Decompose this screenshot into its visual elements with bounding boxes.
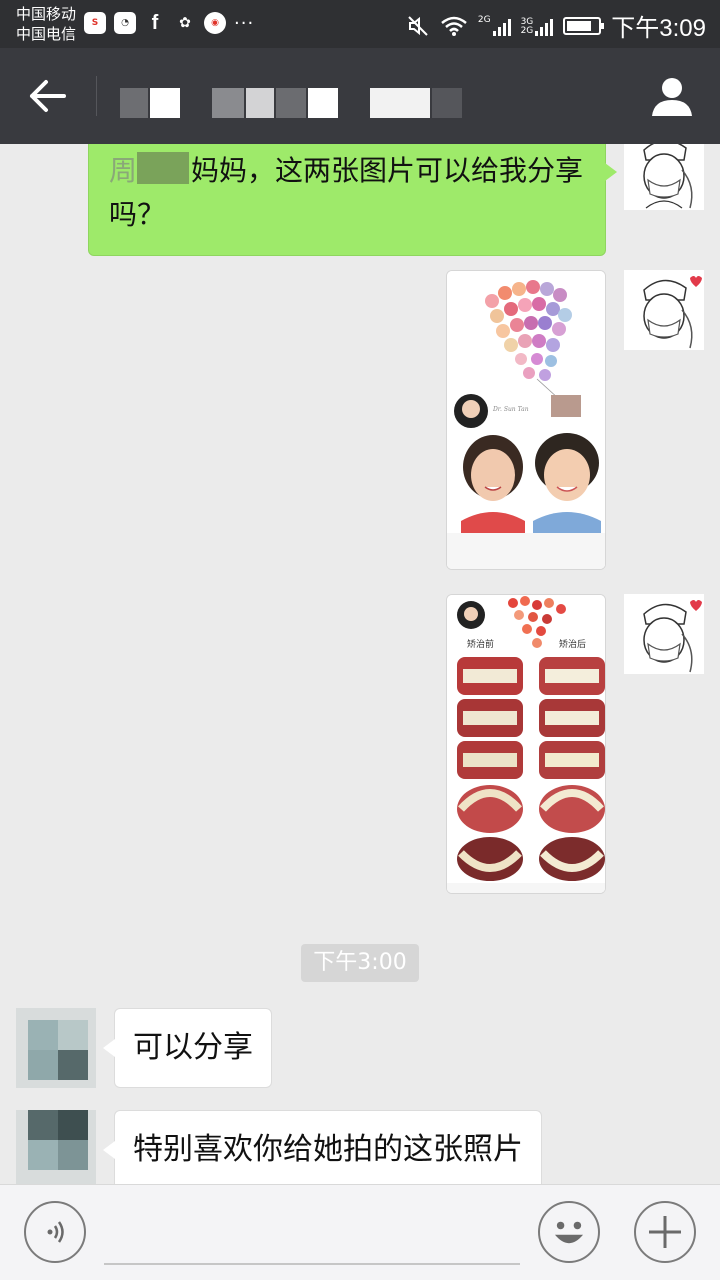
carrier-telecom: 中国电信 <box>16 25 77 43</box>
mute-icon <box>408 15 428 36</box>
sketch-avatar-icon <box>624 144 704 210</box>
plus-icon <box>649 1216 681 1248</box>
chat-info-user-icon[interactable] <box>650 74 694 118</box>
avatar[interactable] <box>624 144 704 210</box>
voice-input-button[interactable] <box>24 1201 86 1263</box>
sent-image-before-after-faces[interactable]: Dr. Sun Tan <box>446 270 606 570</box>
signal-3g: 3G 2G <box>521 16 554 36</box>
title-divider <box>96 76 97 116</box>
child-face-before <box>461 435 525 533</box>
system-status: 2G 3G 2G 下午3:09 <box>406 8 706 43</box>
carrier-labels: 中国移动 中国电信 <box>16 4 76 44</box>
more-actions-button[interactable] <box>634 1201 696 1263</box>
blurred-avatar-icon <box>16 1110 96 1184</box>
chat-title-redacted <box>120 88 462 118</box>
avatar[interactable] <box>624 270 704 350</box>
teeth-collage-image: 矫治前 矫治后 <box>447 595 605 893</box>
network-type-2g: 2G <box>477 14 491 25</box>
carrier-mobile: 中国移动 <box>16 5 77 23</box>
signal-bars-icon <box>492 16 511 36</box>
facebook-icon: f <box>151 11 159 34</box>
received-message-bubble[interactable]: 可以分享 <box>103 1008 272 1088</box>
blurred-avatar-icon <box>16 1008 96 1088</box>
status-bar: 中国移动 中国电信 S ◔ f ✿ ◉ ··· 2G 3G 2G 下午3:09 <box>0 0 720 48</box>
sketch-avatar-icon <box>624 594 704 674</box>
weibo-icon: ◉ <box>204 12 226 34</box>
message-name-prefix: 周 <box>109 154 138 187</box>
chat-title-bar <box>0 48 720 144</box>
avatar[interactable] <box>16 1008 96 1088</box>
huawei-icon: ✿ <box>179 15 191 31</box>
label-after: 矫治后 <box>559 638 586 650</box>
sina-icon: S <box>84 12 106 34</box>
message-list[interactable]: 周妈妈，这两张图片可以给我分享吗？ Dr. Sun Tan 矫治前 矫治后 下午… <box>0 144 720 1184</box>
status-clock: 下午3:09 <box>611 15 706 42</box>
sent-image-teeth-comparison[interactable]: 矫治前 矫治后 <box>446 594 606 894</box>
house-icon <box>551 395 581 417</box>
avatar[interactable] <box>16 1110 96 1184</box>
label-before: 矫治前 <box>467 638 494 650</box>
signal-bars-icon <box>535 16 554 36</box>
signal-2g: 2G <box>477 14 511 36</box>
message-timestamp: 下午3:00 <box>301 944 419 982</box>
battery-icon <box>563 16 605 35</box>
child-face-after <box>533 433 601 533</box>
name-redaction <box>137 152 190 184</box>
received-message-bubble[interactable]: 特别喜欢你给她拍的这张照片 <box>103 1110 542 1184</box>
message-input-bar <box>0 1184 720 1280</box>
voice-icon <box>47 1221 64 1243</box>
emoji-icon <box>554 1221 584 1244</box>
network-type-3g-sub: 2G <box>520 25 534 36</box>
more-notifications-icon: ··· <box>234 12 255 34</box>
sketch-avatar-icon <box>624 270 704 350</box>
tool-icon: ◔ <box>114 12 136 34</box>
wifi-icon <box>441 16 467 36</box>
avatar[interactable] <box>624 594 704 674</box>
emoji-button[interactable] <box>538 1201 600 1263</box>
balloons-portrait-image: Dr. Sun Tan <box>447 271 605 569</box>
image-signature: Dr. Sun Tan <box>492 406 529 413</box>
back-arrow-icon[interactable] <box>26 76 70 116</box>
notification-icons: S ◔ f ✿ ◉ ··· <box>84 12 254 34</box>
sent-message-bubble[interactable]: 周妈妈，这两张图片可以给我分享吗？ <box>88 144 617 256</box>
message-input[interactable] <box>104 1199 520 1265</box>
